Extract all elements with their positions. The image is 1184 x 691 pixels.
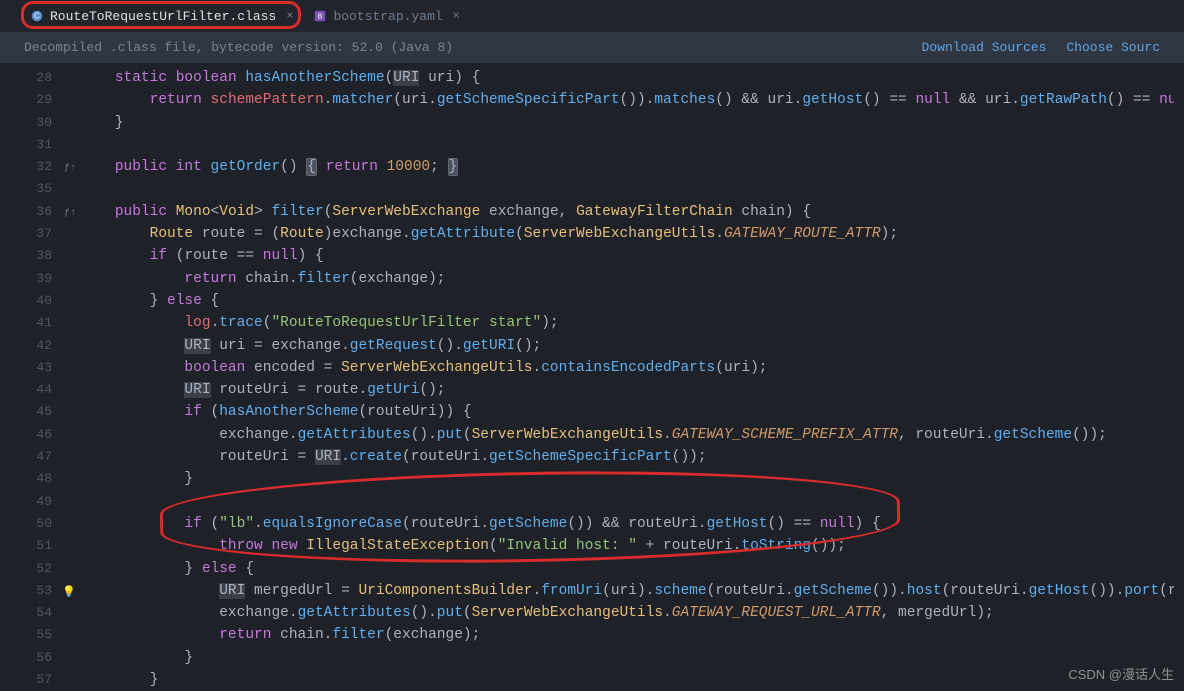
code-line[interactable] [80, 134, 1184, 156]
code-line[interactable]: if (hasAnotherScheme(routeUri)) { [80, 401, 1184, 423]
code-line[interactable]: } else { [80, 558, 1184, 580]
close-icon[interactable]: × [453, 9, 460, 23]
decompile-info-text: Decompiled .class file, bytecode version… [24, 40, 453, 55]
line-gutter: 2829303132ƒ↑3536ƒ↑3738394041424344454647… [0, 63, 80, 688]
tab-yaml-file[interactable]: B bootstrap.yaml × [303, 3, 469, 30]
code-line[interactable]: public Mono<Void> filter(ServerWebExchan… [80, 201, 1184, 223]
close-icon[interactable]: × [286, 9, 293, 23]
svg-text:C: C [34, 12, 40, 21]
code-line[interactable] [80, 178, 1184, 200]
line-number: 49 [0, 491, 80, 513]
line-number: 28 [0, 67, 80, 89]
line-number: 37 [0, 223, 80, 245]
code-line[interactable]: routeUri = URI.create(routeUri.getScheme… [80, 446, 1184, 468]
tab-class-file[interactable]: C RouteToRequestUrlFilter.class × [20, 3, 303, 30]
code-line[interactable]: return schemePattern.matcher(uri.getSche… [80, 89, 1184, 111]
line-number: 55 [0, 624, 80, 646]
line-number: 46 [0, 424, 80, 446]
line-number: 35 [0, 178, 80, 200]
line-number: 45 [0, 401, 80, 423]
line-number: 42 [0, 335, 80, 357]
line-number: 48 [0, 468, 80, 490]
line-number: 53💡 [0, 580, 80, 602]
code-line[interactable]: static boolean hasAnotherScheme(URI uri)… [80, 67, 1184, 89]
line-number: 43 [0, 357, 80, 379]
line-number: 32ƒ↑ [0, 156, 80, 178]
code-line[interactable]: exchange.getAttributes().put(ServerWebEx… [80, 424, 1184, 446]
code-line[interactable]: Route route = (Route)exchange.getAttribu… [80, 223, 1184, 245]
yaml-file-icon: B [313, 9, 327, 23]
line-number: 51 [0, 535, 80, 557]
code-line[interactable]: boolean encoded = ServerWebExchangeUtils… [80, 357, 1184, 379]
editor-area: 2829303132ƒ↑3536ƒ↑3738394041424344454647… [0, 63, 1184, 688]
tab-label: bootstrap.yaml [333, 9, 442, 24]
code-line[interactable]: exchange.getAttributes().put(ServerWebEx… [80, 602, 1184, 624]
choose-sources-link[interactable]: Choose Sourc [1066, 40, 1160, 55]
code-line[interactable]: return chain.filter(exchange); [80, 624, 1184, 646]
code-line[interactable]: return chain.filter(exchange); [80, 268, 1184, 290]
class-file-icon: C [30, 9, 44, 23]
scrollbar[interactable] [1174, 64, 1184, 689]
code-line[interactable]: } [80, 669, 1184, 688]
line-number: 52 [0, 558, 80, 580]
code-line[interactable]: public int getOrder() { return 10000; } [80, 156, 1184, 178]
svg-text:B: B [318, 14, 323, 21]
lightbulb-icon[interactable]: 💡 [62, 582, 76, 604]
override-icon[interactable]: ƒ↑ [64, 203, 76, 225]
code-line[interactable]: } [80, 112, 1184, 134]
tab-bar: C RouteToRequestUrlFilter.class × B boot… [0, 0, 1184, 32]
code-line[interactable]: } [80, 468, 1184, 490]
decompile-info-bar: Decompiled .class file, bytecode version… [0, 32, 1184, 63]
code-line[interactable] [80, 491, 1184, 513]
line-number: 50 [0, 513, 80, 535]
line-number: 44 [0, 379, 80, 401]
watermark: CSDN @漫话人生 [1068, 664, 1174, 683]
line-number: 29 [0, 89, 80, 111]
line-number: 40 [0, 290, 80, 312]
code-line[interactable]: } [80, 647, 1184, 669]
code-line[interactable]: URI mergedUrl = UriComponentsBuilder.fro… [80, 580, 1184, 602]
code-line[interactable]: log.trace("RouteToRequestUrlFilter start… [80, 312, 1184, 334]
override-icon[interactable]: ƒ↑ [64, 158, 76, 180]
line-number: 30 [0, 112, 80, 134]
download-sources-link[interactable]: Download Sources [922, 40, 1047, 55]
tab-label: RouteToRequestUrlFilter.class [50, 9, 276, 24]
line-number: 39 [0, 268, 80, 290]
code-line[interactable]: URI routeUri = route.getUri(); [80, 379, 1184, 401]
line-number: 38 [0, 245, 80, 267]
line-number: 36ƒ↑ [0, 201, 80, 223]
code-line[interactable]: throw new IllegalStateException("Invalid… [80, 535, 1184, 557]
code-line[interactable]: URI uri = exchange.getRequest().getURI()… [80, 335, 1184, 357]
line-number: 57 [0, 669, 80, 691]
code-line[interactable]: } else { [80, 290, 1184, 312]
line-number: 47 [0, 446, 80, 468]
line-number: 31 [0, 134, 80, 156]
line-number: 54 [0, 602, 80, 624]
code-line[interactable]: if ("lb".equalsIgnoreCase(routeUri.getSc… [80, 513, 1184, 535]
line-number: 41 [0, 312, 80, 334]
code-line[interactable]: if (route == null) { [80, 245, 1184, 267]
line-number: 56 [0, 647, 80, 669]
code-area[interactable]: static boolean hasAnotherScheme(URI uri)… [80, 63, 1184, 688]
